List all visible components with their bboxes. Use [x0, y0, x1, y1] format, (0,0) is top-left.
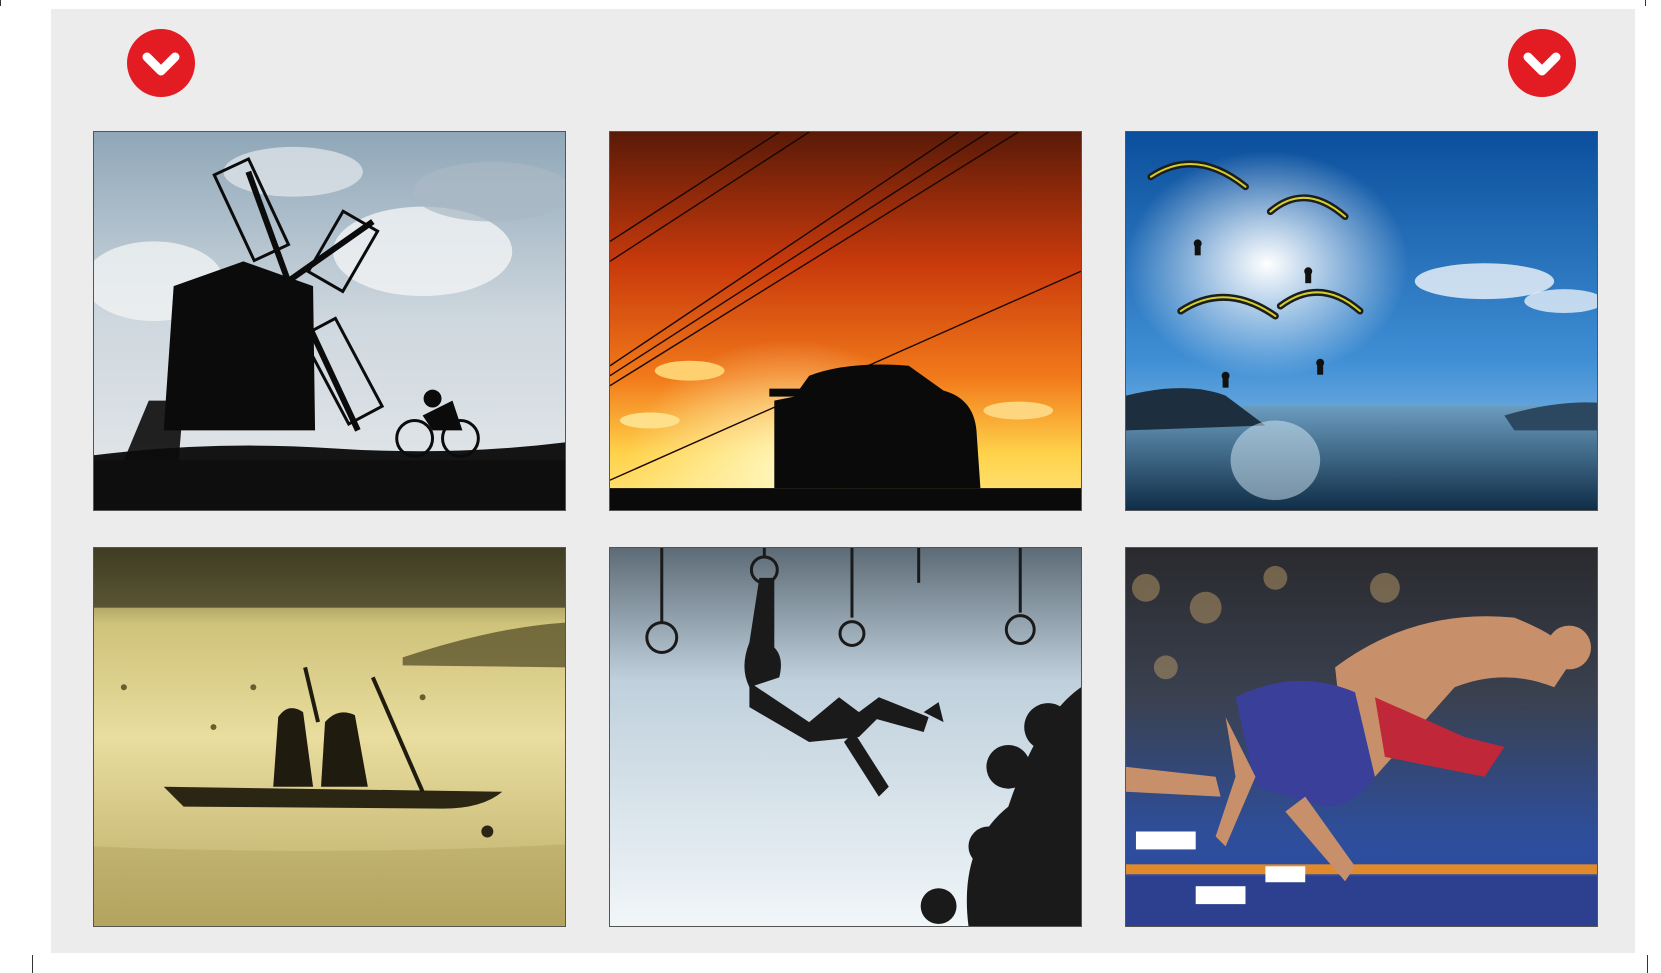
photo-windmill-cyclist[interactable] — [93, 131, 566, 511]
photo-canoe-misty-lake[interactable] — [93, 547, 566, 927]
photo-paragliders-lake[interactable] — [1125, 131, 1598, 511]
crop-mark — [32, 955, 33, 973]
photo-athlete-rings[interactable] — [609, 547, 1082, 927]
chevron-down-icon[interactable] — [1508, 29, 1576, 97]
photo-wrestlers[interactable] — [1125, 547, 1598, 927]
chevron-down-icon[interactable] — [127, 29, 195, 97]
crop-mark — [0, 0, 1, 6]
crop-mark — [1645, 0, 1646, 6]
crop-mark — [1647, 955, 1648, 973]
photo-gallery-panel — [51, 9, 1635, 953]
photo-rally-car-sunset[interactable] — [609, 131, 1082, 511]
